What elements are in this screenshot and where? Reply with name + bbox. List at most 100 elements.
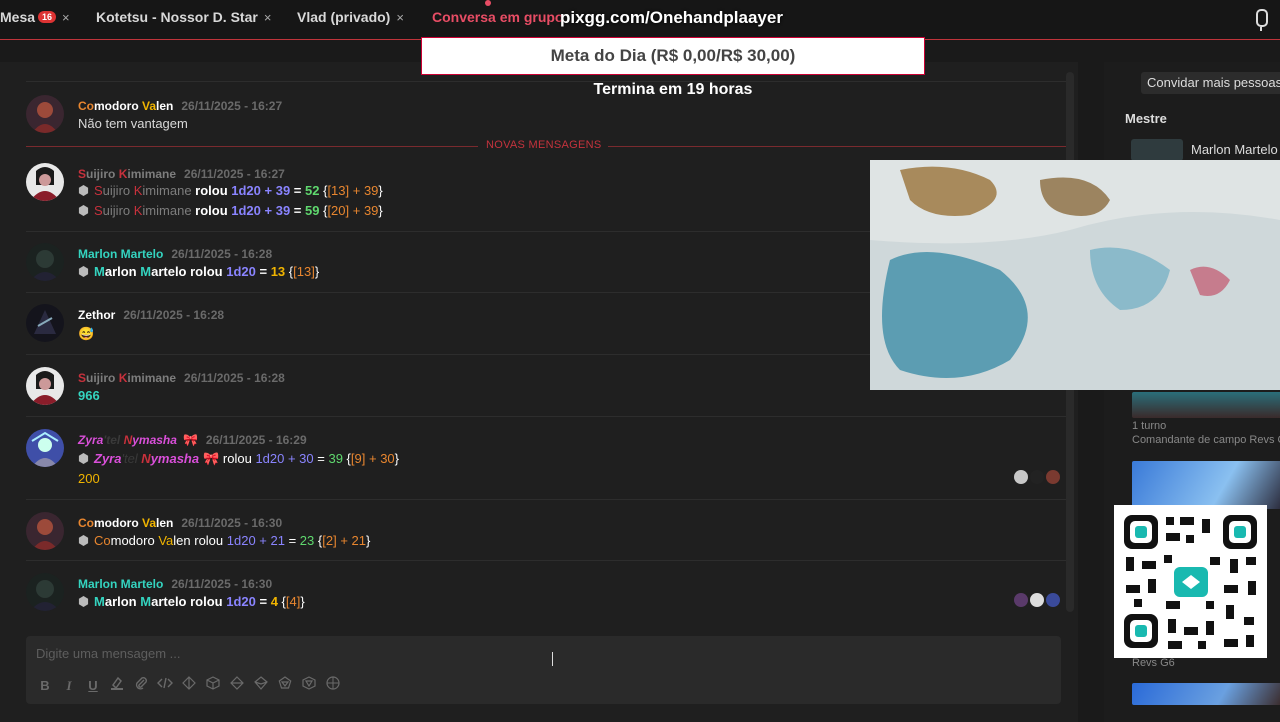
avatar[interactable] bbox=[26, 573, 64, 611]
avatar[interactable] bbox=[1030, 470, 1044, 484]
avatar[interactable] bbox=[1046, 593, 1060, 607]
d4-dice-icon[interactable] bbox=[180, 676, 198, 694]
goal-countdown: Termina em 19 horas bbox=[593, 81, 753, 98]
roll-name: 'tel bbox=[121, 451, 142, 466]
username-part: Zethor bbox=[78, 308, 116, 322]
d12-dice-icon[interactable] bbox=[276, 676, 294, 694]
roll-name: S bbox=[94, 183, 103, 198]
tab-mesa[interactable]: Mesa 16 × bbox=[0, 9, 70, 25]
timestamp: 26/11/2025 - 16:30 bbox=[171, 577, 273, 591]
d8-dice-icon[interactable] bbox=[228, 676, 246, 694]
avatar[interactable] bbox=[26, 429, 64, 467]
roll-name: M bbox=[140, 264, 152, 279]
scene-thumbnail[interactable] bbox=[1132, 683, 1280, 705]
roll-name: S bbox=[94, 203, 103, 218]
d6-dice-icon[interactable] bbox=[204, 676, 222, 694]
roll-name: M bbox=[94, 594, 105, 609]
format-toolbar: BIU bbox=[36, 676, 348, 694]
d10-dice-icon[interactable] bbox=[252, 676, 270, 694]
roll-name: Co bbox=[94, 533, 111, 548]
attachment-icon[interactable] bbox=[132, 676, 150, 694]
roll-detail: } bbox=[300, 594, 305, 609]
close-icon[interactable]: × bbox=[396, 10, 404, 25]
username-part: Marlon bbox=[78, 247, 121, 261]
username-part: ymasha bbox=[132, 433, 177, 447]
username-part: Martelo bbox=[120, 247, 164, 261]
master-section-title: Mestre bbox=[1125, 111, 1167, 126]
dice-icon bbox=[78, 205, 89, 216]
close-icon[interactable]: × bbox=[264, 10, 272, 25]
roll-detail: [13] bbox=[327, 183, 350, 198]
tab-kotetsu[interactable]: Kotetsu - Nossor D. Star × bbox=[96, 9, 271, 25]
avatar[interactable] bbox=[26, 243, 64, 281]
roll-eq: = bbox=[255, 264, 271, 279]
message-header: Suijiro Kimimane 26/11/2025 - 16:28 bbox=[78, 371, 285, 385]
scene-label: Revs G6 bbox=[1132, 657, 1175, 669]
roll-name: artelo bbox=[151, 594, 187, 609]
donation-url: pixgg.com/Onehandplaayer bbox=[560, 8, 783, 27]
roll-detail: } bbox=[394, 451, 399, 466]
timestamp: 26/11/2025 - 16:27 bbox=[184, 167, 285, 181]
dice-icon bbox=[78, 535, 89, 546]
roll-verb: rolou bbox=[191, 203, 232, 218]
new-messages-label: NOVAS MENSAGENS bbox=[486, 139, 602, 151]
scene-thumbnail[interactable] bbox=[1132, 461, 1280, 509]
roll-verb: rolou bbox=[186, 264, 227, 279]
d20-dice-icon[interactable] bbox=[300, 676, 318, 694]
username-part: len bbox=[156, 99, 174, 113]
microphone-icon[interactable] bbox=[1256, 9, 1268, 31]
roll-name: uijiro bbox=[102, 183, 134, 198]
daily-goal-text: Meta do Dia (R$ 0,00/R$ 30,00) bbox=[550, 46, 796, 65]
roll-dice: 1d20 bbox=[226, 264, 256, 279]
italic-icon[interactable]: I bbox=[60, 677, 78, 695]
roll-detail: [20] bbox=[327, 203, 350, 218]
tab-group-chat[interactable]: Conversa em grupo bbox=[432, 0, 563, 25]
roll-result: 13 bbox=[270, 264, 286, 279]
dice-icon bbox=[78, 596, 89, 607]
message-text: 200 bbox=[78, 471, 100, 486]
roll-detail: { bbox=[342, 451, 351, 466]
username-part: Zyra bbox=[78, 433, 104, 447]
close-icon[interactable]: × bbox=[62, 10, 70, 25]
message-header: Marlon Martelo 26/11/2025 - 16:30 bbox=[78, 577, 272, 591]
message-text: 😅 bbox=[78, 326, 95, 341]
avatar[interactable] bbox=[26, 163, 64, 201]
tab-label: Kotetsu - Nossor D. Star bbox=[96, 9, 258, 25]
username-part: Marlon bbox=[78, 577, 121, 591]
campaign-label: Comandante de campo Revs G bbox=[1132, 434, 1280, 446]
roll-name: modoro bbox=[110, 533, 159, 548]
avatar[interactable] bbox=[26, 367, 64, 405]
avatar[interactable] bbox=[1014, 593, 1028, 607]
avatar[interactable] bbox=[26, 304, 64, 342]
master-name[interactable]: Marlon Martelo bbox=[1191, 142, 1278, 157]
roll-detail: [4] bbox=[285, 594, 301, 609]
roll-name: ymasha bbox=[150, 451, 200, 466]
highlight-icon[interactable] bbox=[108, 676, 126, 694]
avatar[interactable] bbox=[26, 95, 64, 133]
message-input[interactable]: Digite uma mensagem ... BIU bbox=[26, 636, 1061, 704]
avatar[interactable] bbox=[26, 512, 64, 550]
dice-roll: Marlon Martelo rolou 1d20 = 13 {[13]} bbox=[78, 264, 319, 279]
bold-icon[interactable]: B bbox=[36, 677, 54, 695]
d100-dice-icon[interactable] bbox=[324, 676, 342, 694]
avatar[interactable] bbox=[1014, 470, 1028, 484]
input-placeholder: Digite uma mensagem ... bbox=[36, 646, 181, 661]
message-text: Não tem vantagem bbox=[78, 116, 188, 131]
divider bbox=[26, 499, 1066, 500]
code-icon[interactable] bbox=[156, 676, 174, 694]
underline-icon[interactable]: U bbox=[84, 677, 102, 695]
invite-button[interactable]: Convidar mais pessoas bbox=[1141, 72, 1280, 94]
roll-name: Zyra bbox=[94, 451, 122, 466]
tab-vlad[interactable]: Vlad (privado) × bbox=[297, 9, 404, 25]
message-header: Zethor 26/11/2025 - 16:28 bbox=[78, 308, 224, 322]
roll-verb: rolou bbox=[190, 533, 227, 548]
roll-detail: + 21 bbox=[336, 533, 366, 548]
roll-eq: = bbox=[284, 533, 300, 548]
roll-eq: = bbox=[290, 203, 305, 218]
avatar[interactable] bbox=[1046, 470, 1060, 484]
master-avatar[interactable] bbox=[1131, 139, 1183, 161]
avatar[interactable] bbox=[1030, 593, 1044, 607]
roll-verb: rolou bbox=[191, 183, 232, 198]
scene-thumbnail[interactable] bbox=[1132, 392, 1280, 418]
qr-code bbox=[1114, 505, 1267, 658]
